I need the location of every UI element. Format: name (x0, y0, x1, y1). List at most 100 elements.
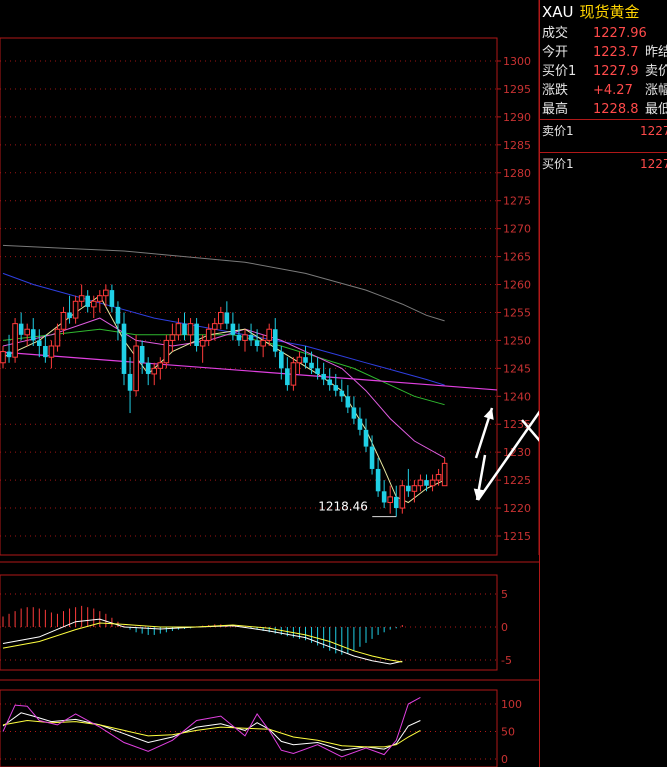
candle-body (43, 346, 48, 358)
y-tick-label: 1270 (503, 223, 531, 236)
low-annotation-label: 1218.46 (318, 500, 368, 514)
candle-body (157, 362, 164, 369)
quote-row-open: 今开 1223.7 昨结 (540, 43, 667, 62)
candle-body (406, 485, 411, 492)
y-tick-label: 1255 (503, 306, 531, 319)
candle-body (248, 334, 254, 341)
candle-body (411, 485, 418, 492)
candle-body (315, 368, 320, 374)
candle-body (48, 345, 55, 358)
candle-body (97, 295, 103, 302)
candle-body (103, 289, 109, 297)
candle-body (351, 407, 357, 419)
quote-value: +4.27 (593, 83, 633, 98)
macd-tick-label: -5 (501, 654, 512, 667)
macd-dea-line (2, 622, 403, 663)
orderbook-bid: 买价1 1227 (540, 153, 667, 185)
candle-body (266, 328, 272, 341)
candle-body (424, 480, 429, 486)
book-value: 1227 (640, 157, 667, 171)
candle-body (309, 362, 314, 369)
candle-body (211, 323, 218, 330)
kdj-tick-label: 0 (501, 753, 508, 766)
candle-body (0, 351, 6, 364)
candle-body (321, 373, 326, 380)
y-tick-label: 1280 (503, 167, 531, 180)
candle-body (85, 295, 90, 307)
y-tick-label: 1225 (503, 474, 531, 487)
arrow-up-icon (474, 407, 494, 459)
macd-tick-label: 5 (501, 588, 508, 601)
candle-body (435, 474, 442, 481)
candle-body (6, 351, 12, 358)
y-tick-label: 1250 (503, 334, 531, 347)
candle-body (260, 339, 266, 347)
quote-header: XAU 现货黄金 (540, 0, 667, 24)
candle-body (285, 368, 290, 386)
y-tick-label: 1215 (503, 530, 531, 543)
candle-body (327, 379, 332, 386)
candle-body (194, 323, 199, 346)
candle-body (345, 396, 351, 408)
candle-body (387, 496, 393, 503)
candle-body (363, 429, 369, 447)
quote-label: 最高 (542, 102, 569, 117)
candle-body (205, 328, 212, 341)
candle-body (133, 345, 139, 392)
candle-body (279, 351, 284, 369)
candle-body (296, 356, 303, 364)
candle-body (24, 328, 30, 336)
quote-label: 买价1 (542, 64, 577, 79)
candle-body (182, 323, 187, 335)
candle-body (60, 311, 67, 330)
y-tick-label: 1240 (503, 390, 531, 403)
candle-body (441, 462, 448, 487)
quote-row-change: 涨跌 +4.27 涨幅 (540, 81, 667, 100)
candle-body (139, 346, 145, 363)
quote-value: 1227.96 (593, 26, 647, 41)
quote-name: 现货黄金 (579, 3, 640, 21)
y-tick-label: 1295 (503, 83, 531, 96)
quote-panel: XAU 现货黄金 成交 1227.96 今开 1223.7 昨结 买价1 1227… (539, 0, 667, 767)
candle-body (399, 485, 406, 509)
candle-body (127, 373, 133, 391)
kdj-d-line (2, 719, 421, 748)
candle-body (290, 362, 297, 386)
candle-body (18, 323, 24, 335)
candle-body (393, 496, 399, 509)
candle-body (90, 300, 97, 308)
candle-body (357, 418, 363, 430)
kdj-tick-label: 100 (501, 698, 522, 711)
candle-body (429, 479, 436, 487)
candle-body (115, 306, 121, 324)
quote-row-high: 最高 1228.8 最低 (540, 100, 667, 119)
candle-body (254, 340, 260, 346)
trend-line (0, 351, 498, 391)
quote-label: 涨跌 (542, 83, 569, 98)
y-tick-label: 1220 (503, 502, 531, 515)
candle-body (12, 323, 18, 358)
candle-body (333, 385, 339, 391)
kdj-tick-label: 50 (501, 726, 515, 739)
moving-average-line-blue (2, 272, 445, 386)
candle-body (78, 295, 85, 302)
candle-body (37, 340, 42, 346)
y-tick-label: 1260 (503, 279, 531, 292)
candle-body (187, 323, 194, 336)
candle-body (72, 300, 79, 319)
candle-body (339, 390, 345, 397)
candle-body (145, 362, 151, 374)
quote-label-2: 涨幅 (645, 83, 667, 98)
candle-body (163, 339, 170, 364)
macd-tick-label: 0 (501, 621, 508, 634)
candle-body (224, 312, 230, 324)
y-tick-label: 1275 (503, 195, 531, 208)
candle-body (121, 323, 127, 374)
main-pane-frame (0, 37, 498, 556)
book-label: 卖价1 (542, 124, 574, 138)
y-tick-label: 1285 (503, 139, 531, 152)
candle-body (199, 339, 206, 347)
orderbook-ask: 卖价1 1227 (540, 120, 667, 152)
candle-body (236, 334, 242, 341)
y-tick-label: 1245 (503, 362, 531, 375)
